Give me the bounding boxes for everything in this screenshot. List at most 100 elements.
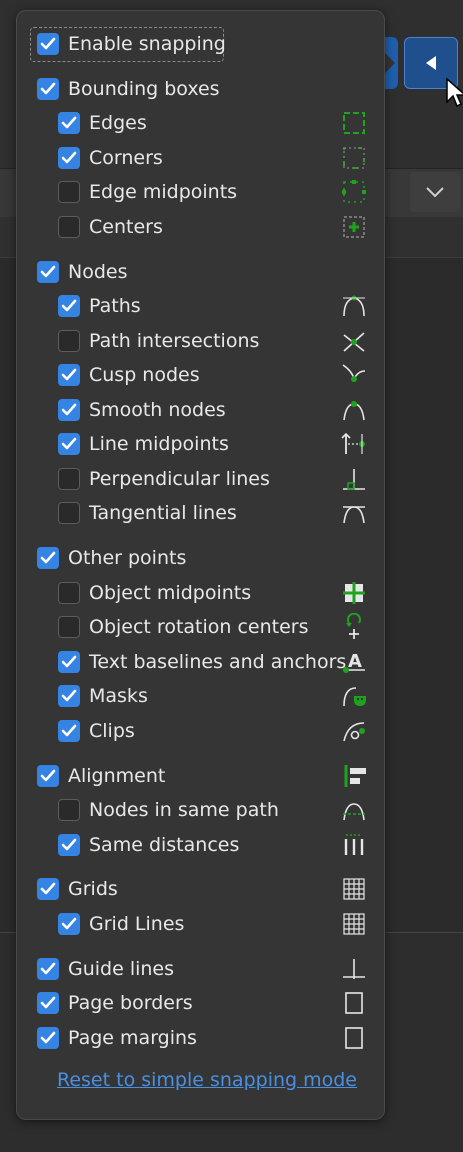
checkbox-checked[interactable] — [58, 399, 80, 421]
checkbox-checked[interactable] — [37, 1027, 59, 1049]
reset-simple-mode-link[interactable]: Reset to simple snapping mode — [57, 1069, 357, 1091]
snap-option-object-midpoints[interactable]: Object midpoints — [58, 576, 251, 610]
checkbox-unchecked[interactable] — [58, 181, 80, 203]
snap-option-object-rotation-centers[interactable]: Object rotation centers — [58, 610, 309, 644]
option-label: Tangential lines — [89, 502, 237, 524]
snap-option-text-baselines-and-anchors[interactable]: Text baselines and anchors — [58, 645, 346, 679]
option-label: Path intersections — [89, 330, 260, 352]
snap-option-masks[interactable]: Masks — [58, 679, 148, 713]
checkbox-unchecked[interactable] — [58, 468, 80, 490]
grid-icon — [343, 878, 365, 900]
option-label: Edge midpoints — [89, 181, 238, 203]
snap-option-page-borders[interactable]: Page borders — [37, 986, 193, 1020]
option-label: Object midpoints — [89, 582, 252, 604]
rotation-center-icon — [346, 613, 361, 639]
checkbox-checked[interactable] — [58, 651, 80, 673]
snap-option-perpendicular-lines[interactable]: Perpendicular lines — [58, 462, 270, 496]
checkbox-checked[interactable] — [58, 364, 80, 386]
snap-option-paths[interactable]: Paths — [58, 289, 141, 323]
checkbox-checked[interactable] — [37, 261, 59, 283]
snap-option-same-distances[interactable]: Same distances — [58, 828, 239, 862]
checkbox-checked[interactable] — [58, 685, 80, 707]
checkbox-checked[interactable] — [58, 295, 80, 317]
option-label: Enable snapping — [68, 33, 226, 55]
svg-text:A: A — [348, 651, 362, 672]
snap-option-smooth-nodes[interactable]: Smooth nodes — [58, 393, 226, 427]
checkbox-unchecked[interactable] — [58, 330, 80, 352]
snap-option-path-intersections[interactable]: Path intersections — [58, 324, 259, 358]
page-border-icon — [345, 992, 363, 1014]
option-label: Perpendicular lines — [89, 468, 270, 490]
snap-option-edge-midpoints[interactable]: Edge midpoints — [58, 175, 237, 209]
checkbox-checked[interactable] — [58, 112, 80, 134]
popover-arrow — [384, 52, 395, 74]
checkbox-checked[interactable] — [37, 992, 59, 1014]
snap-option-guide-lines[interactable]: Guide lines — [37, 952, 174, 986]
checkbox-checked[interactable] — [37, 958, 59, 980]
option-label: Line midpoints — [89, 433, 229, 455]
snap-option-centers[interactable]: Centers — [58, 210, 163, 244]
option-label: Nodes in same path — [89, 799, 279, 821]
snap-option-alignment[interactable]: Alignment — [37, 759, 165, 793]
cusp-node-icon — [342, 364, 366, 382]
dropdown-button[interactable] — [410, 172, 460, 212]
option-label: Object rotation centers — [89, 616, 309, 638]
checkbox-checked[interactable] — [37, 878, 59, 900]
checkbox-checked[interactable] — [37, 547, 59, 569]
snap-option-nodes[interactable]: Nodes — [37, 255, 128, 289]
mask-icon — [343, 687, 366, 707]
page-margin-icon — [345, 1027, 363, 1049]
checkbox-checked[interactable] — [37, 765, 59, 787]
grid-lines-icon — [343, 913, 365, 935]
snap-option-grids[interactable]: Grids — [37, 872, 118, 906]
option-label: Edges — [89, 112, 147, 134]
clip-icon — [343, 722, 365, 742]
option-label: Grids — [68, 878, 118, 900]
snap-option-bounding-boxes[interactable]: Bounding boxes — [37, 72, 220, 106]
checkbox-unchecked[interactable] — [58, 616, 80, 638]
bbox-centers-icon — [343, 216, 365, 238]
option-label: Bounding boxes — [68, 78, 220, 100]
option-label: Grid Lines — [89, 913, 185, 935]
snap-option-cusp-nodes[interactable]: Cusp nodes — [58, 358, 200, 392]
option-label: Cusp nodes — [89, 364, 200, 386]
snap-option-clips[interactable]: Clips — [58, 714, 135, 748]
option-label: Nodes — [68, 261, 128, 283]
option-label: Paths — [89, 295, 141, 317]
tangential-icon — [343, 506, 365, 524]
snap-option-enable-snapping[interactable]: Enable snapping — [37, 27, 226, 61]
checkbox-unchecked[interactable] — [58, 216, 80, 238]
option-label: Clips — [89, 720, 135, 742]
option-label: Corners — [89, 147, 163, 169]
checkbox-checked[interactable] — [37, 78, 59, 100]
snap-option-line-midpoints[interactable]: Line midpoints — [58, 427, 229, 461]
snap-option-other-points[interactable]: Other points — [37, 541, 186, 575]
checkbox-unchecked[interactable] — [58, 799, 80, 821]
snap-option-grid-lines[interactable]: Grid Lines — [58, 907, 184, 941]
snap-option-nodes-in-same-path[interactable]: Nodes in same path — [58, 793, 279, 827]
triangle-left-icon — [426, 56, 436, 70]
path-intersection-icon — [343, 332, 365, 352]
checkbox-checked[interactable] — [58, 433, 80, 455]
checkbox-unchecked[interactable] — [58, 502, 80, 524]
nodes-same-path-icon — [343, 803, 365, 821]
chevron-down-icon — [426, 187, 444, 198]
snap-option-edges[interactable]: Edges — [58, 106, 147, 140]
checkbox-checked[interactable] — [58, 720, 80, 742]
snap-option-page-margins[interactable]: Page margins — [37, 1021, 197, 1055]
checkbox-checked[interactable] — [58, 913, 80, 935]
checkbox-checked[interactable] — [37, 33, 59, 55]
option-label: Text baselines and anchors — [89, 651, 347, 673]
checkbox-checked[interactable] — [58, 834, 80, 856]
option-label: Page margins — [68, 1027, 197, 1049]
same-distance-icon — [344, 834, 364, 855]
option-label: Same distances — [89, 834, 240, 856]
checkbox-unchecked[interactable] — [58, 582, 80, 604]
option-label: Centers — [89, 216, 163, 238]
option-label: Alignment — [68, 765, 166, 787]
snap-option-corners[interactable]: Corners — [58, 141, 163, 175]
checkbox-checked[interactable] — [58, 147, 80, 169]
snap-option-tangential-lines[interactable]: Tangential lines — [58, 496, 237, 530]
bbox-edges-icon — [343, 112, 365, 134]
option-label: Other points — [68, 547, 187, 569]
